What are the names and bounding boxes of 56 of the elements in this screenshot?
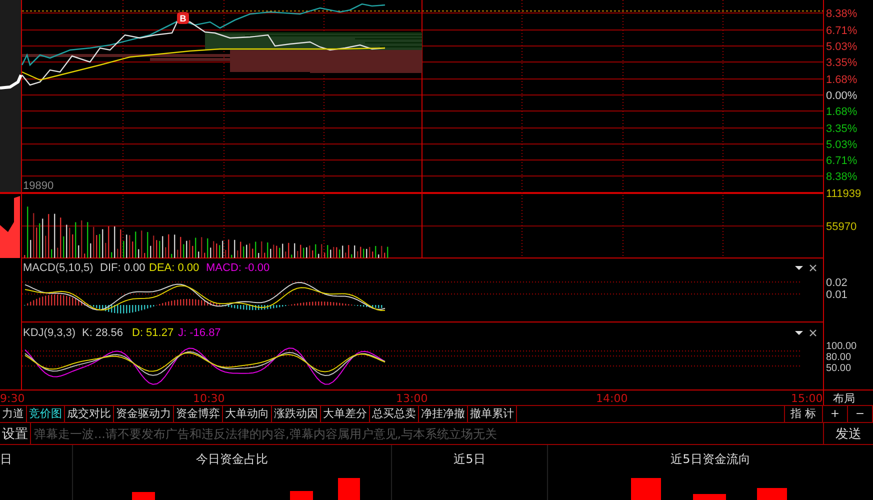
kdj-axis-label: 80.00 xyxy=(826,352,852,363)
pre-market-line xyxy=(0,74,22,90)
macd-axis-label: 0.02 xyxy=(826,277,848,289)
close-icon[interactable] xyxy=(809,329,817,337)
macd-value: DIF: 0.00 xyxy=(100,262,146,274)
kdj-title: KDJ(9,3,3) xyxy=(23,327,76,339)
tab[interactable]: 撤单累计 xyxy=(468,406,517,422)
tab[interactable]: 净挂净撤 xyxy=(419,406,468,422)
indicator-button[interactable]: 指 标 xyxy=(784,406,823,422)
tab[interactable]: 总买总卖 xyxy=(370,406,419,422)
macd-title: MACD(5,10,5) xyxy=(23,262,94,274)
column-header: 近5日资金流向 xyxy=(670,451,750,468)
tab[interactable]: 大单动向 xyxy=(223,406,272,422)
price-axis-label: 3.35% xyxy=(826,57,858,69)
time-axis-label: 10:30 xyxy=(193,392,225,405)
macd-value: MACD: -0.00 xyxy=(206,262,270,274)
tab[interactable]: 大单差分 xyxy=(321,406,370,422)
tab[interactable]: 成交对比 xyxy=(65,406,114,422)
time-axis-label: 9:30 xyxy=(0,392,25,405)
volume-label: 19890 xyxy=(23,180,54,192)
price-axis-label: 5.03% xyxy=(826,139,858,151)
price-axis-label: 1.68% xyxy=(826,74,858,86)
volume-area-drawing xyxy=(0,196,20,258)
volume-axis-label: 111939 xyxy=(826,188,862,200)
kdj-value: K: 28.56 xyxy=(82,327,123,339)
close-icon[interactable] xyxy=(809,264,817,272)
macd-axis-label: 0.01 xyxy=(826,289,848,301)
tab[interactable]: 涨跌动因 xyxy=(272,406,321,422)
kdj-axis-label: 50.00 xyxy=(826,363,852,374)
volume-axis-label: 55970 xyxy=(826,221,857,233)
column-header: 近5日 xyxy=(454,451,486,468)
price-axis-label: 8.38% xyxy=(826,8,858,20)
column-header: 今日资金占比 xyxy=(196,451,268,468)
dropdown-icon[interactable] xyxy=(795,331,803,335)
price-axis-label: 5.03% xyxy=(826,41,858,53)
tab[interactable]: 资金驱动力 xyxy=(114,406,174,422)
price-axis-label: 6.71% xyxy=(826,25,858,37)
buy-marker: B xyxy=(177,12,189,24)
price-axis-label: 1.68% xyxy=(826,106,858,118)
price-axis-label: 6.71% xyxy=(826,155,858,167)
price-axis-label: 8.38% xyxy=(826,171,858,183)
column-header: 日 xyxy=(0,451,12,468)
macd-value: DEA: 0.00 xyxy=(149,262,200,274)
kdj-value: J: -16.87 xyxy=(178,327,221,339)
tab[interactable]: 竞价图 xyxy=(27,406,65,422)
kdj-value: D: 51.27 xyxy=(132,327,174,339)
time-axis-label: 15:00 xyxy=(791,392,823,405)
price-axis-label: 3.35% xyxy=(826,123,858,135)
dropdown-icon[interactable] xyxy=(795,266,803,270)
price-axis-label: 0.00% xyxy=(826,90,858,102)
tab[interactable]: 力道 xyxy=(0,406,27,422)
kdj-axis-label: 100.00 xyxy=(826,341,857,352)
time-axis-label: 14:00 xyxy=(596,392,628,405)
time-axis-label: 13:00 xyxy=(396,392,428,405)
layout-button[interactable]: 布局 xyxy=(833,392,855,405)
tab[interactable]: 资金博弈 xyxy=(174,406,223,422)
